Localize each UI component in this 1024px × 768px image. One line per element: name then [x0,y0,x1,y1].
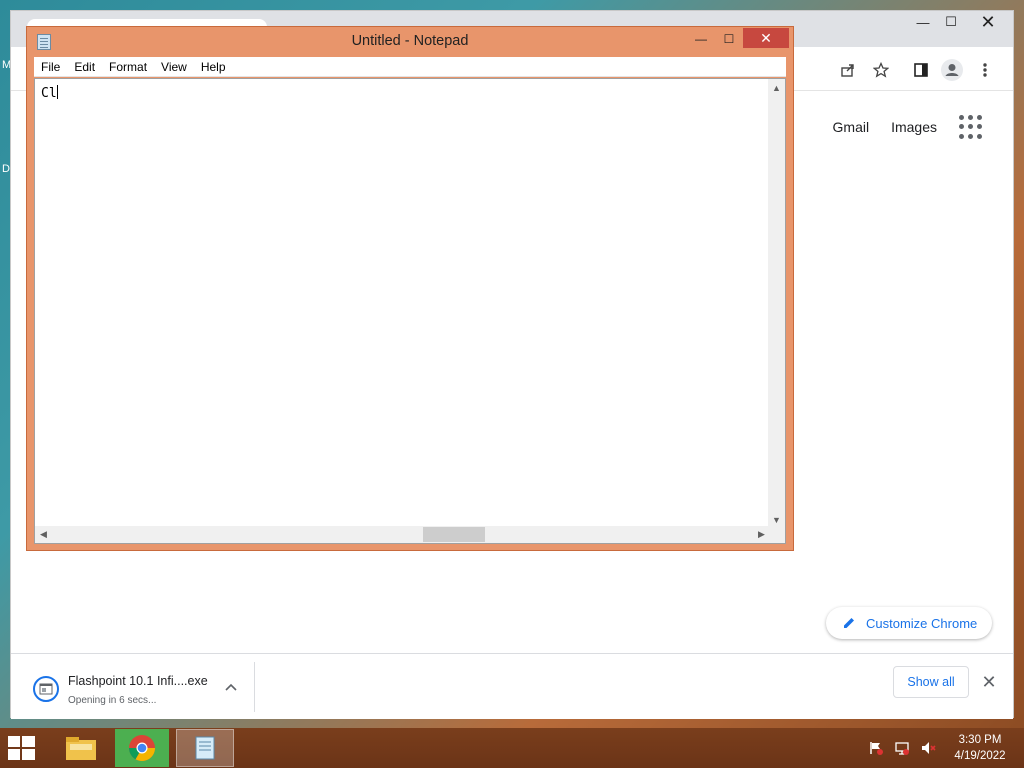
chrome-maximize-button[interactable]: ☐ [937,11,965,33]
desktop-label-mid: D [2,163,10,175]
notepad-window: Untitled - Notepad — ☐ ✕ File Edit Forma… [26,26,794,551]
customize-chrome-button[interactable]: Customize Chrome [826,607,992,639]
clock[interactable]: 3:30 PM 4/19/2022 [944,732,1016,764]
notepad-content: Cl [41,85,58,101]
horizontal-scrollbar[interactable]: ◀ ▶ [35,526,770,543]
clock-date: 4/19/2022 [954,750,1006,762]
notepad-content-text: Cl [41,86,57,101]
action-center-flag-icon[interactable] [866,738,886,758]
show-all-button[interactable]: Show all [893,666,969,698]
download-file-icon [33,676,59,702]
star-icon[interactable] [870,59,892,81]
chrome-minimize-button[interactable]: — [909,11,937,33]
menu-help[interactable]: Help [194,60,233,74]
download-item[interactable]: Flashpoint 10.1 Infi....exe Opening in 6… [25,662,255,712]
side-panel-icon[interactable] [910,59,932,81]
menu-file[interactable]: File [34,60,67,74]
chrome-taskbar-icon[interactable] [115,729,169,767]
more-icon[interactable] [974,59,996,81]
resize-grip[interactable] [768,526,785,543]
scroll-left-icon[interactable]: ◀ [35,526,52,543]
profile-icon[interactable] [941,59,963,81]
share-icon[interactable] [837,59,859,81]
chevron-up-icon[interactable] [223,680,239,696]
clock-time: 3:30 PM [958,734,1002,746]
notepad-text-area[interactable]: Cl ▲ ▼ ◀ ▶ [34,78,786,544]
download-shelf-close-icon[interactable]: ✕ [979,672,999,692]
chrome-close-button[interactable]: ✕ [965,11,1011,33]
notepad-taskbar-icon[interactable] [176,729,234,767]
notepad-minimize-button[interactable]: — [687,29,715,49]
windows-start-icon[interactable] [8,736,36,762]
images-link[interactable]: Images [891,119,937,135]
menu-format[interactable]: Format [102,60,154,74]
notepad-title: Untitled - Notepad [351,33,469,49]
text-caret [56,85,58,99]
google-apps-icon[interactable] [959,115,983,139]
volume-muted-icon[interactable] [918,738,938,758]
google-header-links: Gmail Images [833,115,983,139]
file-explorer-icon[interactable] [54,729,108,767]
notepad-titlebar[interactable]: Untitled - Notepad — ☐ ✕ [27,27,793,57]
notepad-menubar: File Edit Format View Help [34,57,786,77]
scroll-up-icon[interactable]: ▲ [768,79,785,96]
menu-edit[interactable]: Edit [67,60,102,74]
menu-view[interactable]: View [154,60,194,74]
gmail-link[interactable]: Gmail [833,119,870,135]
pencil-icon [844,618,854,628]
notepad-maximize-button[interactable]: ☐ [715,29,743,49]
vertical-scrollbar[interactable]: ▲ ▼ [768,79,785,528]
system-tray: 3:30 PM 4/19/2022 [866,728,1024,768]
notepad-close-button[interactable]: ✕ [743,28,789,48]
network-icon[interactable] [892,738,912,758]
download-shelf: Flashpoint 10.1 Infi....exe Opening in 6… [11,653,1013,719]
horizontal-scroll-thumb[interactable] [423,527,485,542]
customize-chrome-label: Customize Chrome [866,615,978,631]
download-filename: Flashpoint 10.1 Infi....exe [68,674,208,688]
download-status: Opening in 6 secs... [68,695,157,706]
taskbar: 3:30 PM 4/19/2022 [0,728,1024,768]
